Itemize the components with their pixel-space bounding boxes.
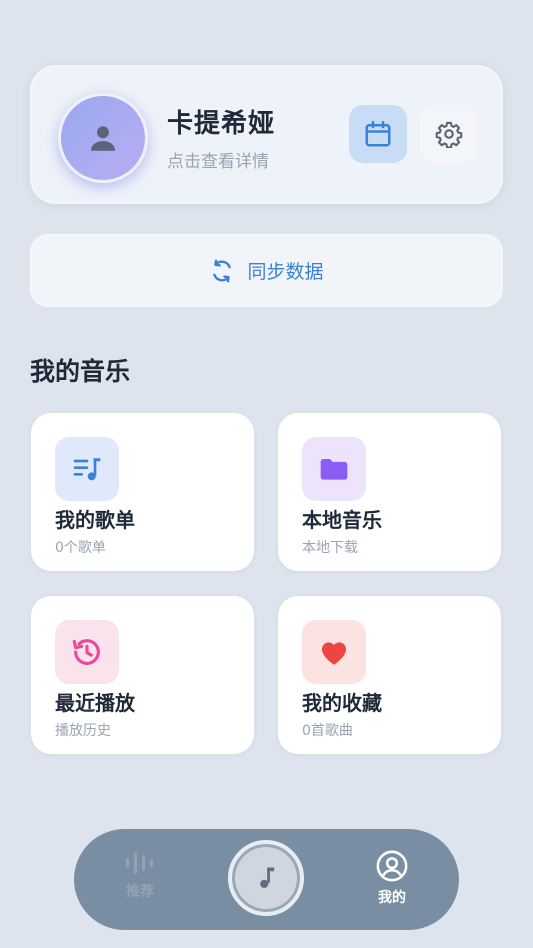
equalizer-icon [126, 852, 153, 874]
bottom-nav: 推荐 我的 [74, 829, 459, 930]
card-subtitle: 本地下载 [302, 540, 358, 556]
card-subtitle: 播放历史 [55, 723, 111, 739]
card-title: 我的歌单 [55, 508, 135, 532]
nav-label-mine: 我的 [378, 890, 406, 906]
card-local-music[interactable]: 本地音乐 本地下载 [278, 413, 501, 571]
profile-card[interactable]: 卡提希娅 点击查看详情 [30, 65, 503, 204]
card-title: 最近播放 [55, 691, 135, 715]
sync-data-button[interactable]: 同步数据 [30, 234, 503, 307]
sync-label: 同步数据 [247, 261, 324, 283]
nav-tab-recommend[interactable]: 推荐 [100, 849, 180, 901]
heart-icon [302, 620, 366, 684]
card-recently-played[interactable]: 最近播放 播放历史 [31, 596, 254, 754]
user-circle-icon [376, 850, 408, 882]
section-title-my-music: 我的音乐 [30, 357, 131, 386]
history-icon [55, 620, 119, 684]
folder-icon [302, 437, 366, 501]
music-note-icon [260, 867, 275, 888]
settings-button[interactable] [420, 105, 478, 163]
card-subtitle: 0首歌曲 [302, 723, 353, 739]
nav-tab-mine[interactable]: 我的 [352, 849, 432, 907]
playlist-icon [55, 437, 119, 501]
nav-label-recommend: 推荐 [126, 884, 154, 900]
profile-subtitle[interactable]: 点击查看详情 [167, 147, 269, 172]
sync-icon [213, 259, 232, 282]
card-my-playlists[interactable]: 我的歌单 0个歌单 [31, 413, 254, 571]
card-title: 本地音乐 [302, 508, 382, 532]
calendar-button[interactable] [349, 105, 407, 163]
profile-name: 卡提希娅 [167, 109, 276, 139]
calendar-icon [365, 120, 391, 147]
user-icon [90, 126, 116, 151]
card-my-favorites[interactable]: 我的收藏 0首歌曲 [278, 596, 501, 754]
now-playing-button[interactable] [228, 840, 304, 916]
avatar[interactable] [58, 93, 148, 183]
card-title: 我的收藏 [302, 691, 382, 715]
gear-icon [435, 121, 463, 148]
card-subtitle: 0个歌单 [55, 540, 106, 556]
